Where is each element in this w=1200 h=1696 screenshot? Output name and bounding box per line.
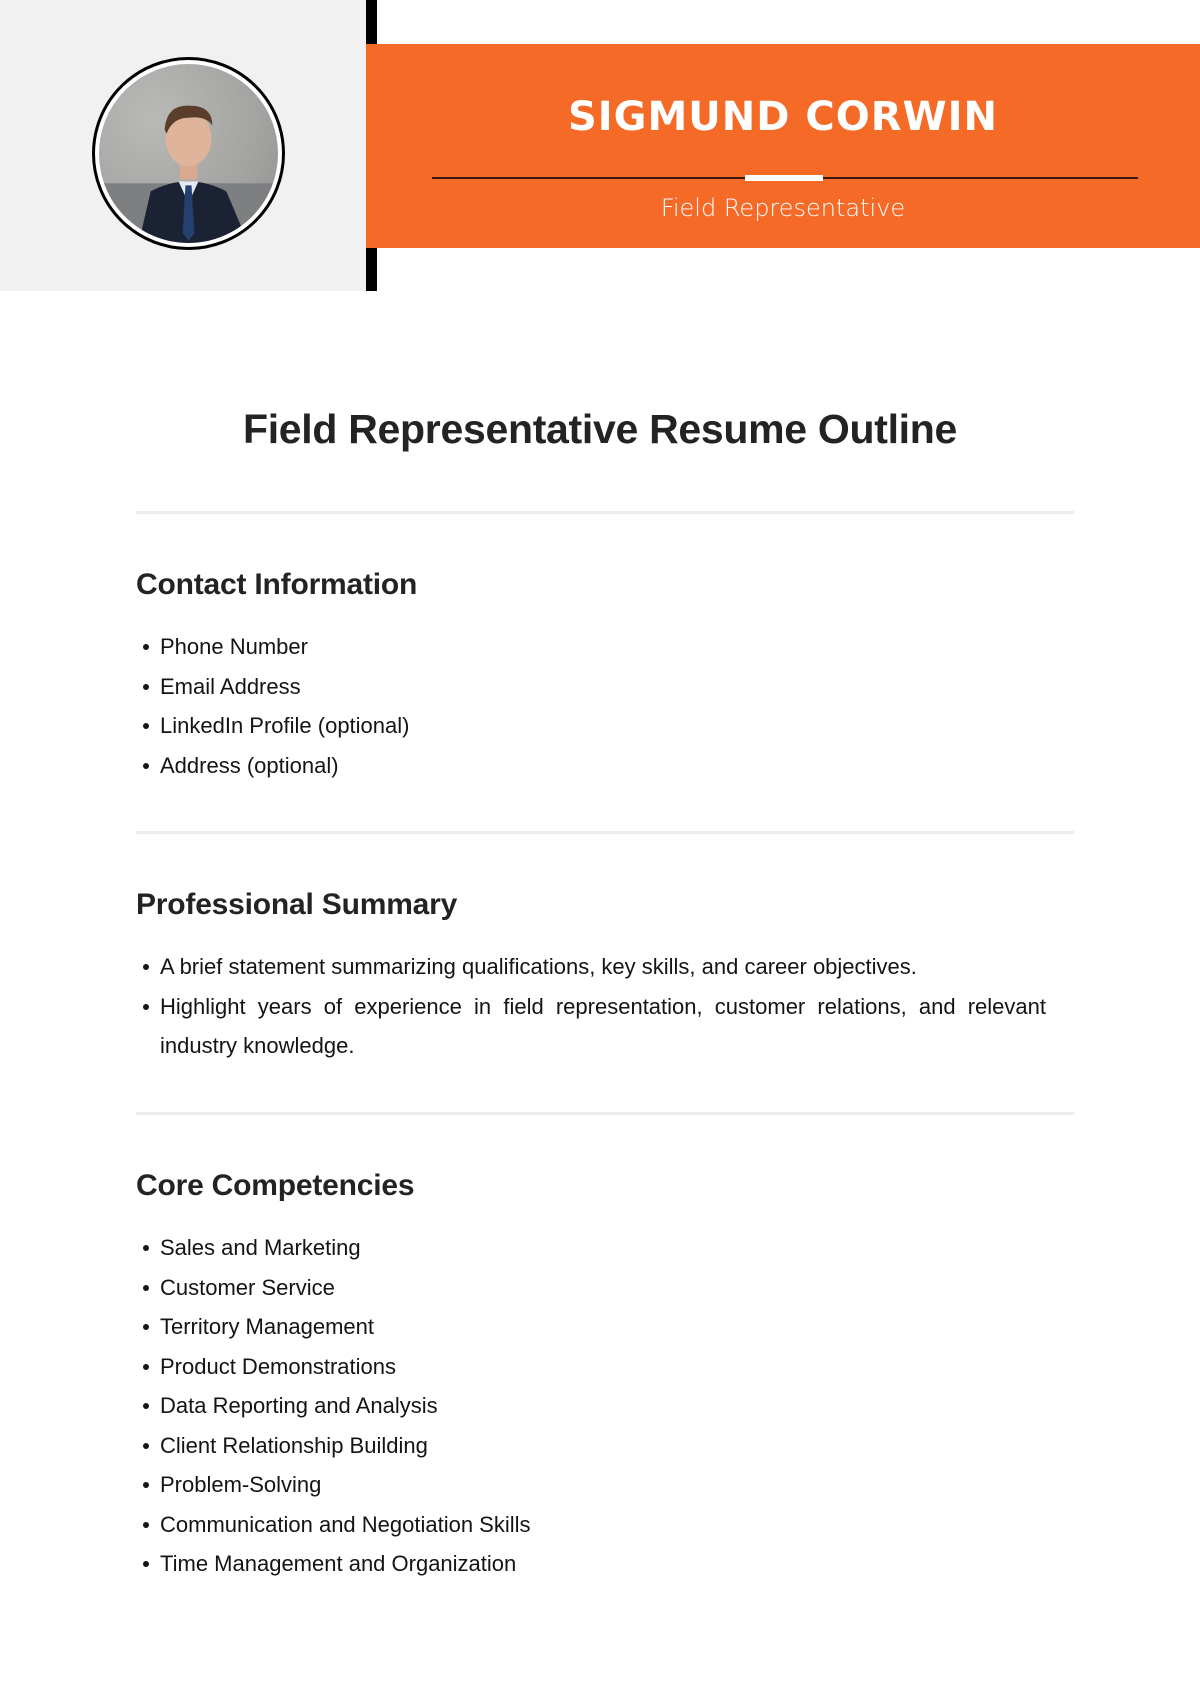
bullet-icon	[143, 1482, 149, 1488]
list-item: Highlight years of experience in field r…	[136, 987, 1046, 1066]
list-item: Address (optional)	[136, 746, 1046, 786]
bullet-icon	[143, 644, 149, 650]
section-heading-contact: Contact Information	[136, 568, 418, 601]
section-divider	[136, 511, 1074, 514]
competencies-list: Sales and Marketing Customer Service Ter…	[136, 1228, 1046, 1584]
bullet-icon	[143, 762, 149, 769]
bullet-icon	[143, 1003, 149, 1010]
list-item: Client Relationship Building	[136, 1426, 1046, 1466]
header-divider-accent	[745, 175, 823, 181]
list-item: Product Demonstrations	[136, 1347, 1046, 1387]
section-heading-competencies: Core Competencies	[136, 1169, 415, 1202]
job-title: Field Representative	[660, 194, 906, 222]
header-band: SIGMUND CORWIN Field Representative	[366, 44, 1200, 248]
bullet-icon	[143, 1442, 149, 1449]
portrait-image	[99, 105, 278, 243]
bullet-icon	[143, 1521, 149, 1528]
list-item: Customer Service	[136, 1268, 1046, 1308]
summary-list: A brief statement summarizing qualificat…	[136, 947, 1046, 1066]
list-item: Territory Management	[136, 1307, 1046, 1347]
list-item: Phone Number	[136, 627, 1046, 667]
contact-list: Phone Number Email Address LinkedIn Prof…	[136, 627, 1046, 785]
section-divider	[136, 831, 1074, 834]
list-item: Email Address	[136, 667, 1046, 707]
candidate-name: SIGMUND CORWIN	[567, 94, 999, 140]
bullet-icon	[143, 1245, 149, 1251]
list-item: Problem-Solving	[136, 1465, 1046, 1505]
list-item: Sales and Marketing	[136, 1228, 1046, 1268]
avatar-frame	[92, 57, 285, 250]
photo-panel	[0, 0, 366, 291]
section-heading-summary: Professional Summary	[136, 888, 458, 921]
bullet-icon	[143, 1324, 149, 1330]
section-divider	[136, 1112, 1074, 1115]
list-item: Communication and Negotiation Skills	[136, 1505, 1046, 1545]
bullet-icon	[143, 1284, 149, 1291]
list-item: Data Reporting and Analysis	[136, 1386, 1046, 1426]
list-item: Time Management and Organization	[136, 1544, 1046, 1584]
bullet-icon	[143, 1403, 149, 1409]
bullet-icon	[143, 723, 149, 729]
avatar	[99, 64, 278, 243]
bullet-icon	[143, 964, 149, 970]
list-item: LinkedIn Profile (optional)	[136, 706, 1046, 746]
document-title: Field Representative Resume Outline	[242, 406, 958, 452]
bullet-icon	[143, 1363, 149, 1370]
bullet-icon	[143, 683, 149, 690]
bullet-icon	[143, 1561, 149, 1567]
list-item: A brief statement summarizing qualificat…	[136, 947, 1046, 987]
